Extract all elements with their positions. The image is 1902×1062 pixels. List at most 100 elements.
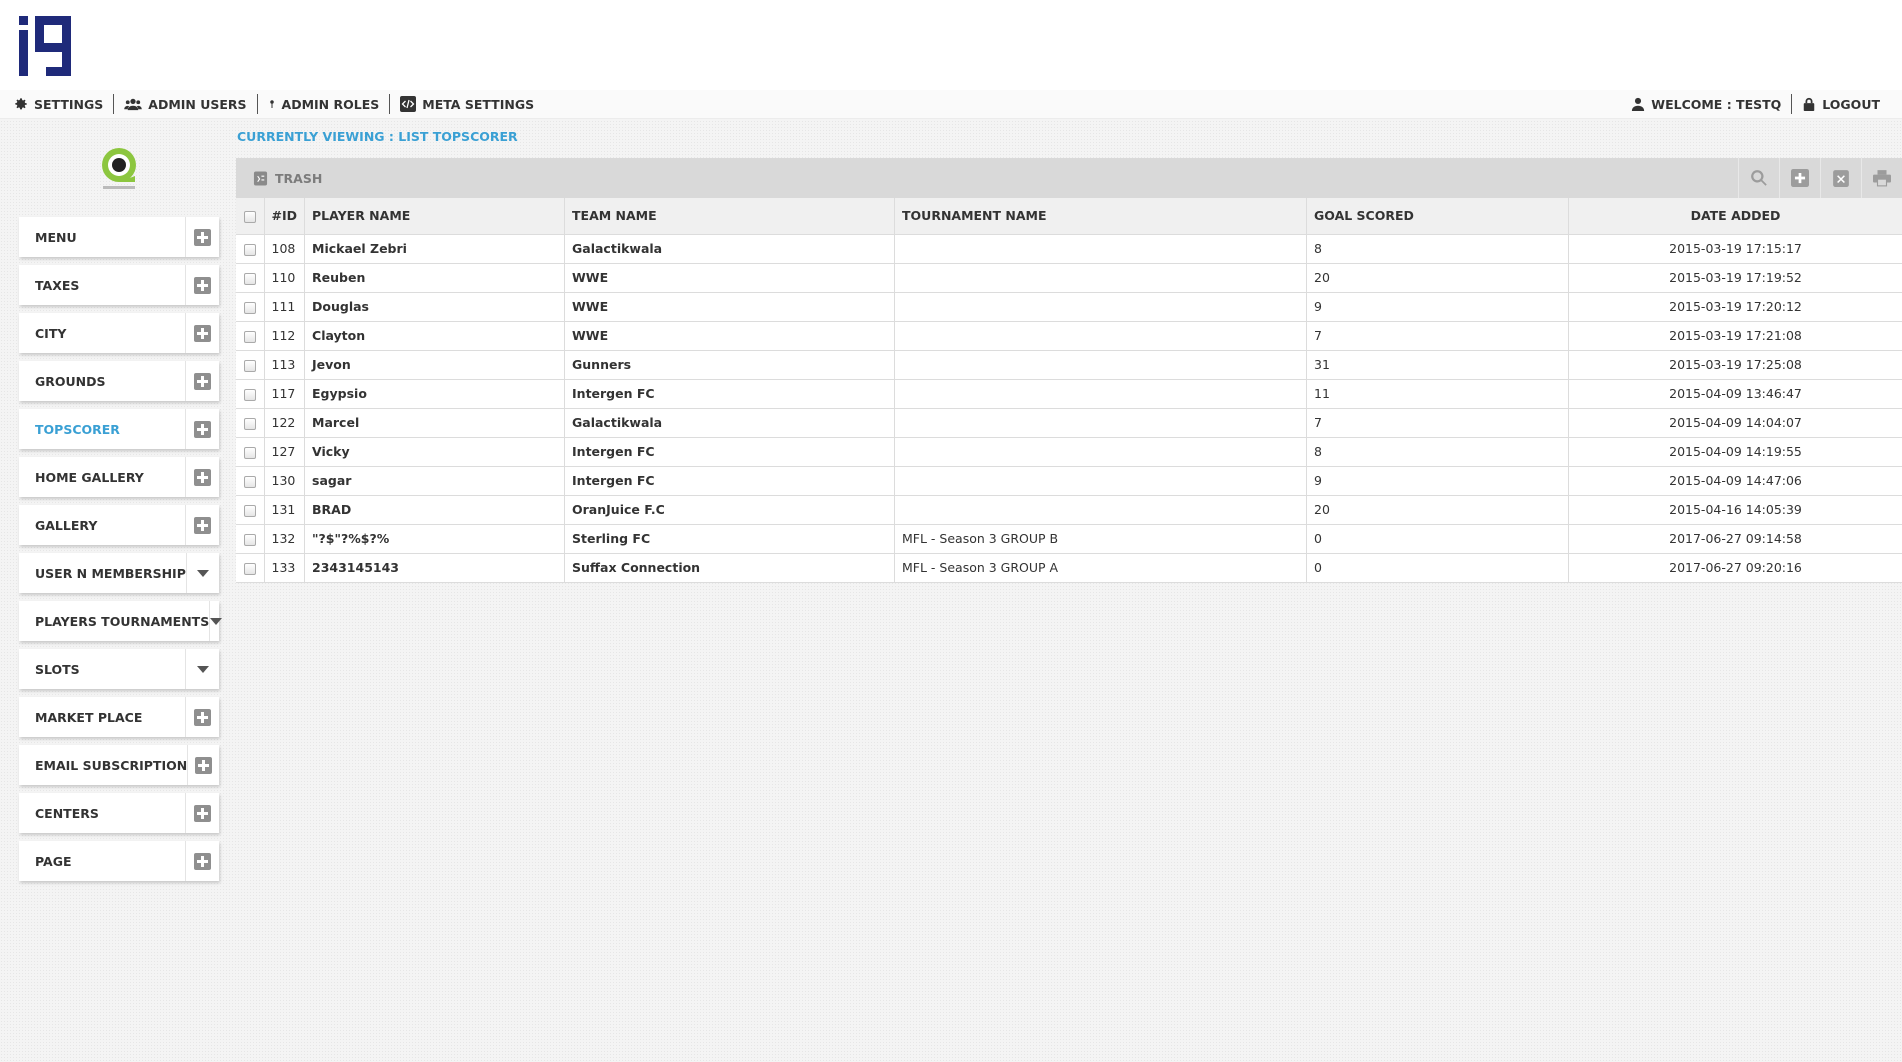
sidebar-item-city[interactable]: CITY: [19, 313, 219, 353]
row-checkbox[interactable]: [243, 272, 256, 285]
column-header-tournament-name[interactable]: TOURNAMENT NAME: [894, 198, 1308, 235]
nav-admin-roles[interactable]: ADMIN ROLES: [258, 94, 391, 114]
sidebar-item-label: TAXES: [35, 277, 80, 293]
id-cell: 130: [264, 466, 306, 496]
player-name-cell: 2343145143: [304, 553, 566, 583]
sidebar-item-email-subscription[interactable]: EMAIL SUBSCRIPTION: [19, 745, 219, 785]
sidebar-item-home-gallery[interactable]: HOME GALLERY: [19, 457, 219, 497]
sidebar-item-taxes[interactable]: TAXES: [19, 265, 219, 305]
sidebar-item-market-place[interactable]: MARKET PLACE: [19, 697, 219, 737]
date-added-cell: 2015-03-19 17:19:52: [1568, 263, 1902, 293]
table-row[interactable]: 132 "?$"?%$?% Sterling FC MFL - Season 3 GR…: [236, 524, 1902, 554]
top-nav-right: WELCOME : TESTQ LOGOUT: [1629, 94, 1890, 114]
expand-button[interactable]: [185, 409, 219, 449]
row-checkbox[interactable]: [243, 446, 256, 459]
tournament-name-cell: [894, 466, 1308, 496]
expand-button[interactable]: [185, 505, 219, 545]
nav-settings[interactable]: SETTINGS: [12, 94, 115, 114]
nav-admin-users[interactable]: ADMIN USERS: [114, 94, 258, 114]
sidebar-item-grounds[interactable]: GROUNDS: [19, 361, 219, 401]
table-row[interactable]: 110 Reuben WWE 20 2015-03-19 17:19:52: [236, 263, 1902, 293]
column-header-goal-scored[interactable]: GOAL SCORED: [1306, 198, 1570, 235]
table-row[interactable]: 113 Jevon Gunners 31 2015-03-19 17:25:08: [236, 350, 1902, 380]
table-row[interactable]: 131 BRAD OranJuice F.C 20 2015-04-16 14:05:3…: [236, 495, 1902, 525]
row-checkbox[interactable]: [243, 388, 256, 401]
column-header-id[interactable]: #ID: [264, 198, 306, 235]
table-row[interactable]: 108 Mickael Zebri Galactikwala 8 2015-03-19 …: [236, 234, 1902, 264]
row-checkbox[interactable]: [243, 475, 256, 488]
column-header-player-name[interactable]: PLAYER NAME: [304, 198, 566, 235]
table-row[interactable]: 112 Clayton WWE 7 2015-03-19 17:21:08: [236, 321, 1902, 351]
sidebar-item-gallery[interactable]: GALLERY: [19, 505, 219, 545]
nav-welcome[interactable]: WELCOME : TESTQ: [1629, 94, 1793, 114]
select-all-checkbox[interactable]: [243, 210, 256, 223]
nav-meta-settings[interactable]: META SETTINGS: [390, 94, 544, 114]
caret-down-icon: [196, 569, 209, 577]
sidebar-item-centers[interactable]: CENTERS: [19, 793, 219, 833]
expand-button[interactable]: [185, 841, 219, 881]
nav-logout[interactable]: LOGOUT: [1792, 94, 1890, 114]
expand-button[interactable]: [185, 217, 219, 257]
row-checkbox[interactable]: [243, 359, 256, 372]
sidebar-item-page[interactable]: PAGE: [19, 841, 219, 881]
dropdown-button[interactable]: [185, 553, 219, 593]
goal-scored-cell: 7: [1306, 321, 1570, 351]
expand-button[interactable]: [185, 457, 219, 497]
row-select-cell: [236, 437, 265, 467]
expand-button[interactable]: [187, 745, 219, 785]
table-row[interactable]: 117 Egypsio Intergen FC 11 2015-04-09 13:46:…: [236, 379, 1902, 409]
app-logo[interactable]: [19, 16, 71, 76]
lock-icon: [1804, 97, 1815, 111]
sidebar-item-label: PAGE: [35, 853, 72, 869]
delete-button[interactable]: [1820, 158, 1861, 198]
row-checkbox[interactable]: [243, 243, 256, 256]
sidebar-item-menu[interactable]: MENU: [19, 217, 219, 257]
expand-button[interactable]: [185, 361, 219, 401]
table-row[interactable]: 111 Douglas WWE 9 2015-03-19 17:20:12: [236, 292, 1902, 322]
dropdown-button[interactable]: [185, 649, 219, 689]
sidebar-item-players-tournaments[interactable]: PLAYERS TOURNAMENTS: [19, 601, 223, 641]
sidebar-item-label: SLOTS: [35, 661, 80, 677]
tournament-name-cell: [894, 292, 1308, 322]
dropdown-button[interactable]: [209, 601, 223, 641]
column-header-date-added[interactable]: DATE ADDED: [1568, 198, 1902, 235]
player-name-cell: Egypsio: [304, 379, 566, 409]
team-name-cell: WWE: [564, 321, 896, 351]
sidebar-item-slots[interactable]: SLOTS: [19, 649, 219, 689]
player-name-cell: Vicky: [304, 437, 566, 467]
delete-icon: [1833, 170, 1849, 187]
row-checkbox[interactable]: [243, 504, 256, 517]
trash-button[interactable]: TRASH: [236, 170, 322, 186]
header: [0, 0, 1902, 90]
trash-label: TRASH: [275, 170, 323, 186]
id-cell: 113: [264, 350, 306, 380]
column-header-team-name[interactable]: TEAM NAME: [564, 198, 896, 235]
row-checkbox[interactable]: [243, 301, 256, 314]
row-checkbox[interactable]: [243, 330, 256, 343]
sidebar-item-label: MARKET PLACE: [35, 709, 143, 725]
search-button[interactable]: [1738, 158, 1779, 198]
expand-button[interactable]: [185, 265, 219, 305]
select-all-cell: [236, 198, 265, 235]
sidebar-item-topscorer[interactable]: TOPSCORER: [19, 409, 219, 449]
table-row[interactable]: 130 sagar Intergen FC 9 2015-04-09 14:47:06: [236, 466, 1902, 496]
row-select-cell: [236, 524, 265, 554]
row-checkbox[interactable]: [243, 533, 256, 546]
expand-button[interactable]: [185, 697, 219, 737]
table-row[interactable]: 133 2343145143 Suffax Connection MFL - Seas…: [236, 553, 1902, 583]
table-row[interactable]: 127 Vicky Intergen FC 8 2015-04-09 14:19:55: [236, 437, 1902, 467]
sidebar-item-user-n-membership[interactable]: USER N MEMBERSHIP: [19, 553, 219, 593]
table-row[interactable]: 122 Marcel Galactikwala 7 2015-04-09 14:04:0…: [236, 408, 1902, 438]
add-button[interactable]: [1779, 158, 1820, 198]
print-button[interactable]: [1861, 158, 1902, 198]
expand-button[interactable]: [185, 793, 219, 833]
sidebar-item-label: CITY: [35, 325, 67, 341]
row-select-cell: [236, 379, 265, 409]
row-checkbox[interactable]: [243, 562, 256, 575]
date-added-cell: 2015-04-09 14:19:55: [1568, 437, 1902, 467]
row-checkbox[interactable]: [243, 417, 256, 430]
plus-icon: [194, 420, 211, 438]
sidebar-item-label: EMAIL SUBSCRIPTION: [35, 757, 188, 773]
expand-button[interactable]: [185, 313, 219, 353]
tournament-name-cell: [894, 321, 1308, 351]
